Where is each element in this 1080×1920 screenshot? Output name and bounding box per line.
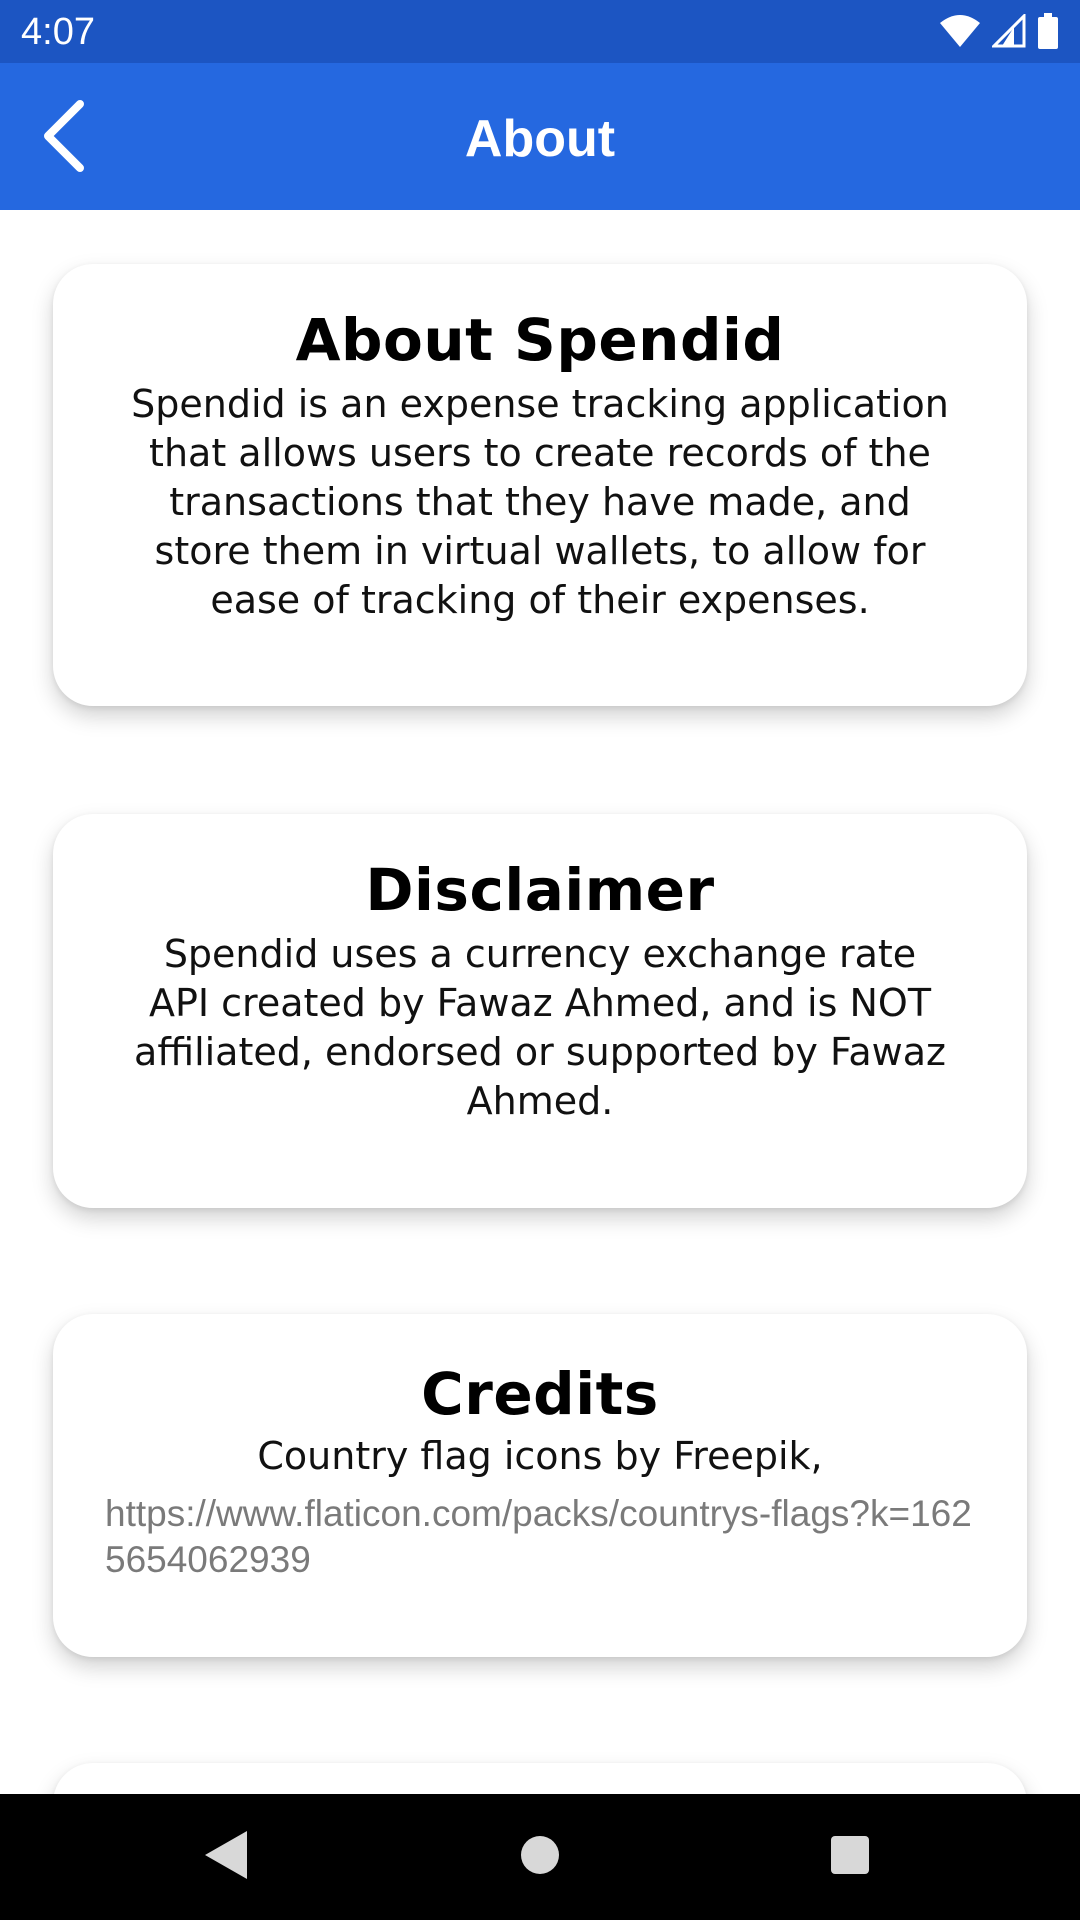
credits-link[interactable]: https://www.flaticon.com/packs/countrys-… [53, 1491, 1027, 1583]
nav-home-button[interactable] [507, 1824, 573, 1890]
wifi-icon [940, 14, 980, 52]
credits-card-body: Country flag icons by Freepik, [257, 1434, 823, 1478]
cell-signal-icon [990, 12, 1026, 52]
battery-icon [1038, 13, 1058, 53]
nav-recents-icon [829, 1834, 871, 1880]
nav-back-button[interactable] [193, 1824, 259, 1890]
credits-card: Credits Country flag icons by Freepik, h… [53, 1314, 1027, 1657]
nav-recents-button[interactable] [817, 1824, 883, 1890]
status-icons [940, 12, 1058, 53]
about-content[interactable]: About Spendid Spendid is an expense trac… [0, 210, 1080, 1794]
page-title: About [464, 110, 616, 168]
disclaimer-card: Disclaimer Spendid uses a currency excha… [53, 814, 1027, 1208]
next-card [53, 1763, 1027, 1794]
about-card-title: About Spendid [295, 306, 785, 374]
about-card-body: Spendid is an expense tracking applicati… [131, 382, 949, 622]
nav-home-icon [518, 1833, 562, 1881]
disclaimer-card-title: Disclaimer [365, 856, 715, 924]
status-time: 4:07 [21, 11, 95, 53]
status-bar: 4:07 [0, 0, 1080, 63]
about-card: About Spendid Spendid is an expense trac… [53, 264, 1027, 706]
navigation-bar [0, 1794, 1080, 1920]
nav-back-icon [201, 1827, 251, 1887]
credits-card-title: Credits [421, 1360, 659, 1428]
disclaimer-card-body: Spendid uses a currency exchange rate AP… [134, 932, 946, 1123]
app-bar: About [0, 63, 1080, 210]
